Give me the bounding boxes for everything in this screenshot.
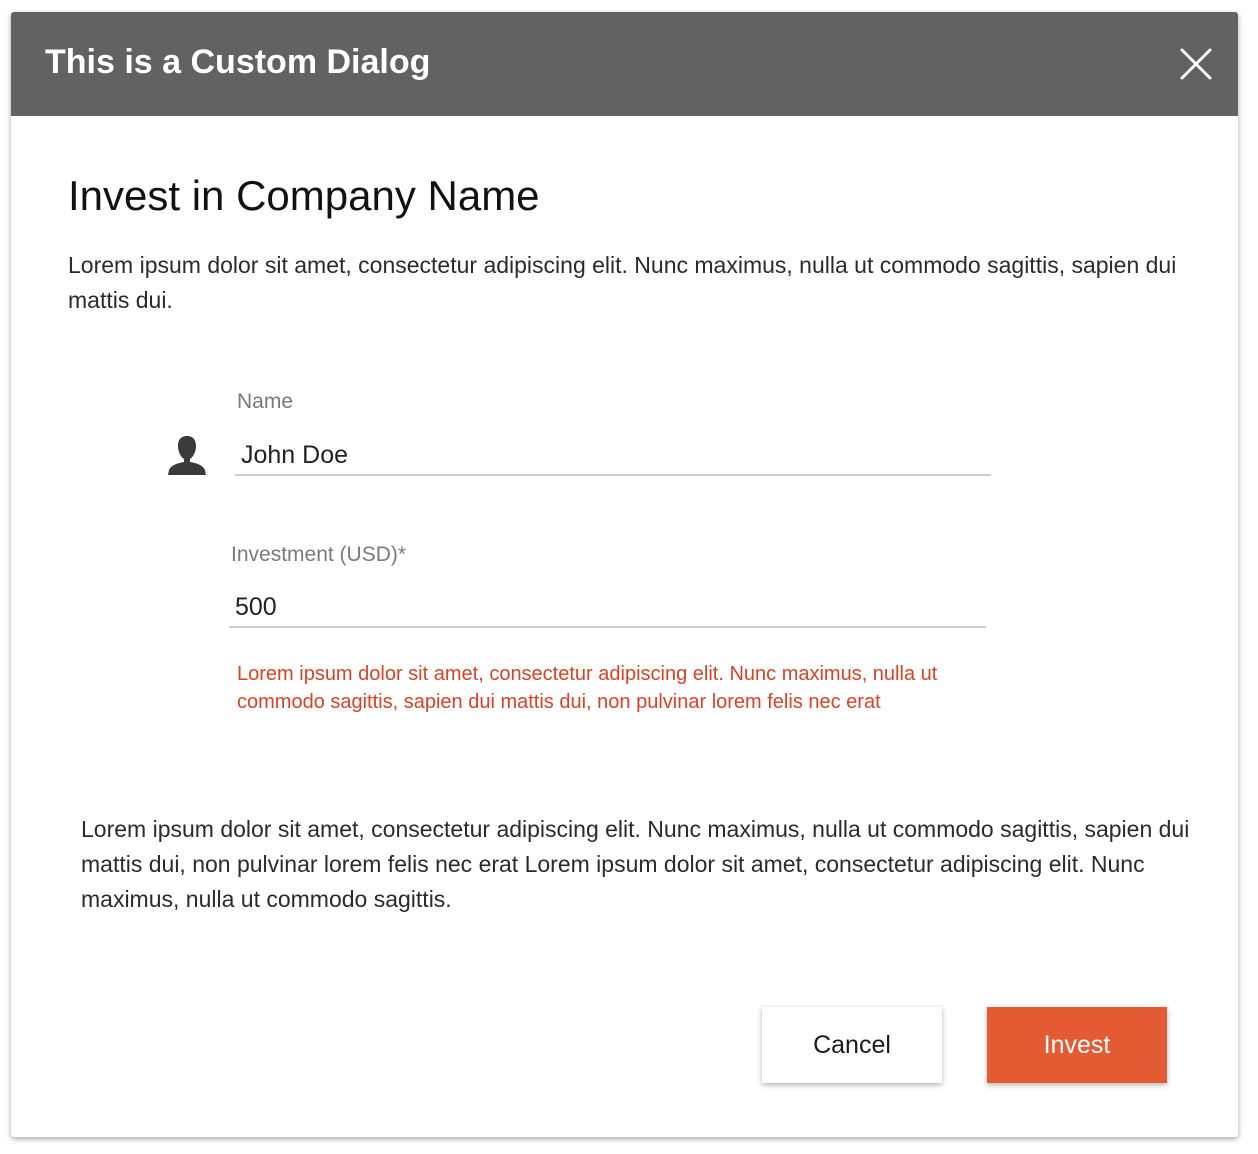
invest-button[interactable]: Invest bbox=[987, 1007, 1167, 1083]
investment-input[interactable] bbox=[229, 588, 986, 628]
intro-text: Lorem ipsum dolor sit amet, consectetur … bbox=[68, 252, 1177, 313]
dialog-title: This is a Custom Dialog bbox=[45, 43, 431, 81]
name-label: Name bbox=[237, 390, 294, 413]
investment-error-message: Lorem ipsum dolor sit amet, consectetur … bbox=[237, 663, 938, 713]
name-input[interactable] bbox=[235, 436, 991, 476]
dialog-header: This is a Custom Dialog bbox=[11, 12, 1238, 116]
cancel-button[interactable]: Cancel bbox=[762, 1007, 942, 1083]
close-icon[interactable] bbox=[1174, 42, 1218, 86]
body-text: Lorem ipsum dolor sit amet, consectetur … bbox=[81, 816, 1190, 912]
page-title: Invest in Company Name bbox=[68, 172, 540, 219]
user-icon bbox=[164, 432, 210, 478]
custom-dialog: This is a Custom Dialog Invest in Compan… bbox=[11, 12, 1238, 1137]
investment-label: Investment (USD)* bbox=[231, 543, 407, 566]
